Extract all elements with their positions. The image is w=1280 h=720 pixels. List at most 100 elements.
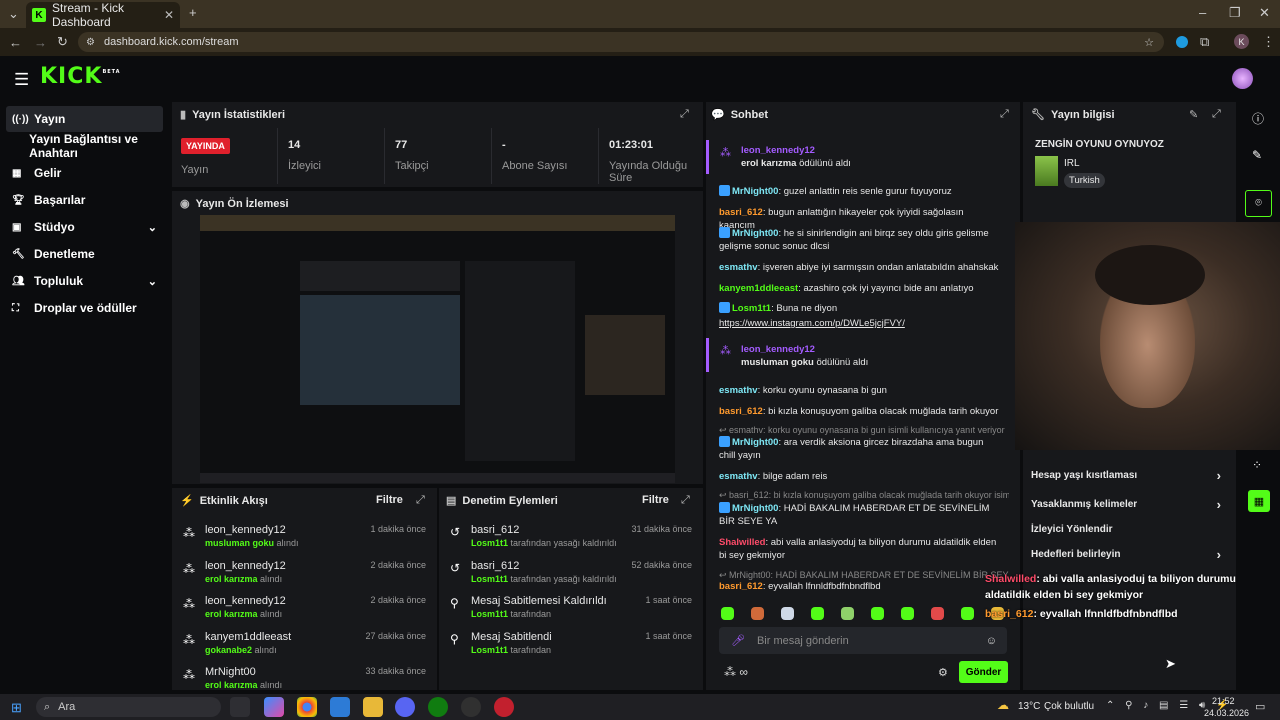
clock-date[interactable]: 24.03.2026 (1204, 708, 1249, 718)
send-button[interactable]: Gönder (959, 661, 1008, 683)
info-link[interactable]: Yasaklanmış kelimeler › (1031, 496, 1227, 512)
sidebar-item[interactable]: Yayın Bağlantısı ve Anahtarı (6, 132, 176, 160)
pencil-rail-icon[interactable]: ✎ (1252, 148, 1262, 162)
chat-username[interactable]: esmathv (719, 385, 758, 396)
stream-preview-video[interactable] (200, 215, 675, 483)
clock-time[interactable]: 21:52 (1212, 696, 1235, 706)
points-icon[interactable]: ⁂ ∞ (724, 665, 748, 679)
site-info-icon[interactable]: ⚙ (86, 37, 95, 48)
file-explorer-icon[interactable] (363, 697, 383, 717)
profile-avatar[interactable]: K (1234, 34, 1249, 49)
chat-input[interactable]: 🎤︎ Bir mesaj gönderin ☺ (719, 627, 1007, 654)
sidebar-item[interactable]: ((·)) Yayın (6, 106, 163, 132)
emote-icon[interactable] (871, 607, 884, 620)
taskbar-search[interactable]: ⌕ Ara (36, 697, 221, 717)
close-window-icon[interactable]: ✕ (1259, 5, 1270, 21)
extension-icon[interactable] (1176, 36, 1188, 48)
browser-tab[interactable]: K Stream - Kick Dashboard ✕ (26, 1, 180, 29)
emote-icon[interactable] (781, 607, 794, 620)
apps-rail-icon[interactable]: ⁘ (1252, 458, 1262, 472)
emote-icon[interactable] (811, 607, 824, 620)
language-tag[interactable]: Turkish (1064, 173, 1105, 188)
reward-user[interactable]: leon_kennedy12 (741, 343, 868, 356)
list-item[interactable]: ⁂ leon_kennedy12 musluman goku alındı 1 … (180, 520, 430, 553)
list-item[interactable]: ⚲ Mesaj Sabitlemesi Kaldırıldı Losm1t1 t… (446, 591, 696, 624)
list-item[interactable]: ⁂ MrNight00 erol karızma alındı 33 dakik… (180, 662, 430, 695)
url-field[interactable]: ⚙ dashboard.kick.com/stream ☆ (78, 32, 1164, 52)
emote-icon[interactable] (901, 607, 914, 620)
minimize-icon[interactable]: – (1199, 5, 1206, 20)
emote-icon[interactable] (841, 607, 854, 620)
user-avatar[interactable] (1232, 68, 1253, 89)
sidebar-item[interactable]: ▣ Stüdyo ⌄ (6, 214, 163, 240)
browser-menu-icon[interactable]: ⋮ (1262, 34, 1275, 50)
chevron-down-icon[interactable]: ⌄ (148, 221, 157, 234)
chat-settings-icon[interactable]: ⚙ (938, 666, 948, 679)
moderation-filter-button[interactable]: Filtre (642, 494, 669, 506)
copilot-icon[interactable] (264, 697, 284, 717)
xbox-icon[interactable] (428, 697, 448, 717)
list-item[interactable]: ⚲ Mesaj Sabitlendi Losm1t1 tarafından 1 … (446, 627, 696, 660)
activity-popout-icon[interactable]: ⤢ (416, 494, 425, 507)
emote-icon[interactable] (751, 607, 764, 620)
info-popout-icon[interactable]: ⤢ (1212, 108, 1221, 121)
app-icon[interactable] (330, 697, 350, 717)
activity-filter-button[interactable]: Filtre (376, 494, 403, 506)
windows-start-icon[interactable]: ⊞ (11, 700, 22, 716)
info-link[interactable]: Hedefleri belirleyin › (1031, 546, 1227, 562)
list-item[interactable]: ↺ basri_612 Losm1t1 tarafından yasağı ka… (446, 556, 696, 589)
sidebar-item[interactable]: 👥︎ Topluluk ⌄ (6, 268, 163, 294)
chat-username[interactable]: esmathv (719, 262, 758, 273)
info-link[interactable]: İzleyici Yönlendir (1031, 521, 1227, 537)
new-tab-icon[interactable]: + (189, 5, 197, 20)
maximize-icon[interactable]: ❐ (1229, 5, 1241, 21)
chat-username[interactable]: basri_612 (719, 406, 763, 417)
emoji-icon[interactable]: ☺ (986, 635, 997, 647)
reload-icon[interactable]: ↻ (57, 34, 68, 50)
info-link[interactable]: Hesap yaşı kısıtlaması › (1031, 467, 1227, 483)
category-name[interactable]: IRL (1064, 158, 1080, 169)
chevron-down-icon[interactable]: ⌄ (148, 275, 157, 288)
kick-logo[interactable]: KICKBETA (40, 64, 121, 89)
obs-icon[interactable] (461, 697, 481, 717)
extensions-puzzle-icon[interactable]: ⧉ (1200, 34, 1209, 50)
sidebar-item[interactable]: ▦ Gelir (6, 160, 163, 186)
list-item[interactable]: ⁂ kanyem1ddleeast gokanabe2 alındı 27 da… (180, 627, 430, 660)
chat-popout-icon[interactable]: ⤢ (1000, 108, 1009, 121)
list-item[interactable]: ⁂ leon_kennedy12 erol karızma alındı 2 d… (180, 556, 430, 589)
emote-icon[interactable] (961, 607, 974, 620)
task-view-icon[interactable] (230, 697, 250, 717)
chat-username[interactable]: basri_612 (719, 207, 763, 218)
sidebar-item[interactable]: ⛶ Droplar ve ödüller (6, 295, 163, 321)
moderation-popout-icon[interactable]: ⤢ (681, 494, 690, 507)
mic-icon[interactable]: 🎤︎ (731, 634, 745, 647)
close-tab-icon[interactable]: ✕ (164, 8, 174, 22)
hamburger-menu-icon[interactable]: ☰ (14, 70, 29, 90)
app-red-icon[interactable] (494, 697, 514, 717)
reward-user[interactable]: leon_kennedy12 (741, 144, 851, 157)
list-item[interactable]: ⁂ leon_kennedy12 erol karızma alındı 2 d… (180, 591, 430, 624)
chat-username[interactable]: MrNight00 (732, 228, 778, 239)
bookmark-star-icon[interactable]: ☆ (1144, 36, 1154, 49)
chat-username[interactable]: Losm1t1 (732, 303, 771, 314)
forward-icon[interactable]: → (34, 35, 47, 50)
emote-icon[interactable] (721, 607, 734, 620)
info-rail-icon[interactable]: ⓘ (1252, 110, 1264, 127)
weather-desc[interactable]: Çok bulutlu (1044, 701, 1094, 712)
clapper-rail-icon[interactable]: ▦ (1248, 490, 1270, 512)
camera-rail-icon[interactable]: ⌾ (1245, 190, 1272, 217)
sidebar-item[interactable]: 🔨︎ Denetleme (6, 241, 163, 267)
chat-username[interactable]: MrNight00 (732, 186, 778, 197)
emote-icon[interactable] (931, 607, 944, 620)
chat-username[interactable]: kanyem1ddleeast (719, 283, 798, 294)
back-icon[interactable]: ← (9, 35, 22, 50)
chrome-icon[interactable] (297, 697, 317, 717)
tab-list-icon[interactable]: ⌄ (8, 6, 19, 22)
discord-icon[interactable] (395, 697, 415, 717)
chat-link[interactable]: https://www.instagram.com/p/DWLe5jcjFVY/ (719, 317, 905, 330)
edit-icon[interactable]: ✎ (1189, 108, 1198, 121)
sidebar-item[interactable]: 🏆︎ Başarılar (6, 187, 163, 213)
list-item[interactable]: ↺ basri_612 Losm1t1 tarafından yasağı ka… (446, 520, 696, 553)
weather-temp[interactable]: 13°C (1018, 701, 1040, 712)
popout-icon[interactable]: ⤢ (680, 108, 689, 121)
